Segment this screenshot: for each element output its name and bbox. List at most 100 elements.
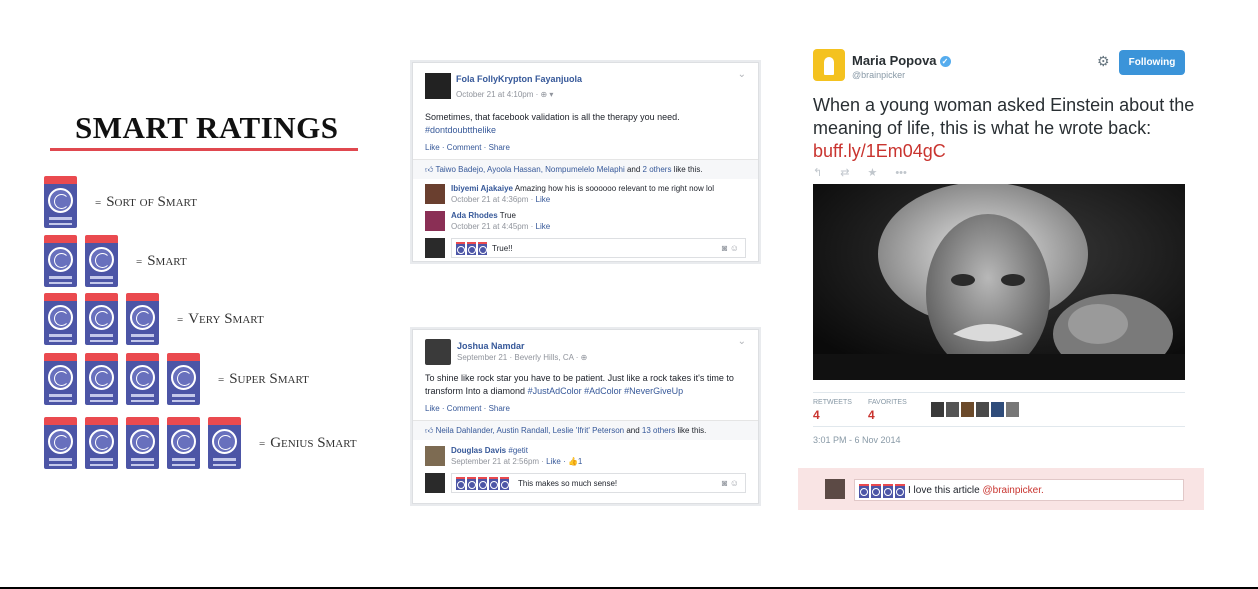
mini-badge-icon <box>489 477 498 490</box>
smart-badge-icon <box>126 417 159 469</box>
reply-text: I love this article @brainpicker. <box>908 485 1044 496</box>
likes-and: and <box>624 165 643 174</box>
comment-time[interactable]: October 21 at 4:36pm · <box>451 195 536 204</box>
tweet-author-avatar[interactable] <box>813 49 845 81</box>
tweet-timestamp[interactable]: 3:01 PM - 6 Nov 2014 <box>813 435 901 445</box>
post-timestamp[interactable]: September 21 · Beverly Hills, CA · ⊕ <box>457 353 587 362</box>
favorites-label: FAVORITES <box>868 399 907 406</box>
reply-input[interactable]: True!! ◙ ☺ <box>451 238 746 258</box>
favorite-icon[interactable]: ★ <box>867 167 877 179</box>
likes-suffix: like this. <box>671 165 703 174</box>
user-avatar[interactable] <box>961 402 974 417</box>
smart-ratings-title: SMART RATINGS <box>75 110 339 145</box>
retweets-count[interactable]: 4 <box>813 408 820 422</box>
comment-body: Amazing how his is soooooo relevant to m… <box>512 184 714 193</box>
tweet-link[interactable]: buff.ly/1Em04gC <box>813 141 946 161</box>
post-hashtags[interactable]: #JustAdColor #AdColor #NeverGiveUp <box>528 386 684 396</box>
mini-badge-icon <box>478 477 487 490</box>
post-text-plain: transform Into a diamond <box>425 386 528 396</box>
commenter-avatar[interactable] <box>425 184 445 204</box>
favorites-count[interactable]: 4 <box>868 408 875 422</box>
smile-icon[interactable]: ☺ <box>730 478 739 488</box>
author-name[interactable]: Joshua Namdar <box>457 341 525 351</box>
rating-label-text: Genius Smart <box>270 434 357 451</box>
divider <box>813 426 1185 427</box>
divider <box>813 392 1185 393</box>
commenter-avatar[interactable] <box>425 211 445 231</box>
user-avatar[interactable] <box>946 402 959 417</box>
thumbs-up-icon: 👍︎ <box>425 165 434 174</box>
reply-mention[interactable]: @brainpicker. <box>982 485 1043 496</box>
comment-time[interactable]: September 21 at 2:56pm · <box>451 457 546 466</box>
likes-suffix: like this. <box>675 426 707 435</box>
badge-group <box>44 235 118 287</box>
author-name[interactable]: Fola FollyKrypton Fayanjuola <box>456 74 582 84</box>
retweet-icon[interactable]: ⇄ <box>840 167 849 179</box>
smart-badge-icon <box>208 417 241 469</box>
commenter-name[interactable]: Douglas Davis <box>451 446 506 455</box>
reply-input[interactable]: I love this article @brainpicker. <box>854 479 1184 501</box>
user-avatar[interactable] <box>1006 402 1019 417</box>
following-button[interactable]: Following <box>1119 50 1185 75</box>
chevron-down-icon[interactable]: ⌄ <box>738 69 746 80</box>
like-comment-share[interactable]: Like · Comment · Share <box>425 404 510 413</box>
commenter-name[interactable]: Ada Rhodes <box>451 211 498 220</box>
tweet-photo[interactable] <box>813 184 1185 380</box>
likes-and: and <box>624 426 642 435</box>
likes-names[interactable]: Taiwo Badejo, Ayoola Hassan, Nompumelelo… <box>435 165 624 174</box>
commenter-name[interactable]: Ibiyemi Ajakaiye <box>451 184 513 193</box>
tweet-text: When a young woman asked Einstein about … <box>813 94 1198 163</box>
facebook-post-1: Fola FollyKrypton Fayanjuola October 21 … <box>412 62 759 262</box>
mini-badge-icon <box>456 477 465 490</box>
user-avatar[interactable] <box>931 402 944 417</box>
reply-badges <box>859 484 905 498</box>
comment-like-link[interactable]: Like <box>546 457 561 466</box>
tweet-author-name[interactable]: Maria Popova <box>852 53 937 68</box>
post-text-line: Sometimes, that facebook validation is a… <box>425 112 680 122</box>
post-timestamp[interactable]: October 21 at 4:10pm · ⊕ ▾ <box>456 90 553 99</box>
post-text: Sometimes, that facebook validation is a… <box>425 111 680 137</box>
reply-composer: True!! ◙ ☺ <box>425 238 746 260</box>
post-text-line: transform Into a diamond #JustAdColor #A… <box>425 385 734 398</box>
smile-icon[interactable]: ☺ <box>730 243 739 253</box>
reply-icon[interactable]: ↰ <box>813 167 822 179</box>
comment-like-link[interactable]: Like <box>536 195 551 204</box>
tweet-actions: ↰ ⇄ ★ ••• <box>813 166 925 179</box>
more-icon[interactable]: ••• <box>895 167 907 179</box>
author-avatar[interactable] <box>425 339 451 365</box>
chevron-down-icon[interactable]: ⌄ <box>738 336 746 347</box>
likes-others[interactable]: 2 others <box>643 165 672 174</box>
tweet-author[interactable]: Maria Popova ✓ <box>852 53 951 68</box>
rating-dash: = <box>95 196 102 209</box>
reply-composer: This makes so much sense! ◙ ☺ <box>425 473 746 495</box>
comment-time[interactable]: October 21 at 4:45pm · <box>451 222 536 231</box>
rating-dash: = <box>136 255 143 268</box>
tweet-handle[interactable]: @brainpicker <box>852 70 905 80</box>
comment-like-count[interactable]: · 👍1 <box>561 457 582 466</box>
reply-input[interactable]: This makes so much sense! ◙ ☺ <box>451 473 746 493</box>
rating-label: = Sort of Smart <box>95 194 197 211</box>
retweets-label: RETWEETS <box>813 399 852 406</box>
camera-icon[interactable]: ◙ <box>722 243 727 253</box>
user-avatar[interactable] <box>976 402 989 417</box>
favoriters-avatars <box>931 402 1019 417</box>
author-avatar[interactable] <box>425 73 451 99</box>
post-text: To shine like rock star you have to be p… <box>425 372 734 398</box>
comment-hashtag[interactable]: #getit <box>506 446 528 455</box>
camera-icon[interactable]: ◙ <box>722 478 727 488</box>
rating-label-text: Very Smart <box>188 310 264 327</box>
mini-badge-icon <box>478 242 487 255</box>
comment-text: Douglas Davis #getit <box>451 446 528 455</box>
user-avatar[interactable] <box>991 402 1004 417</box>
rating-label: = Genius Smart <box>259 435 357 452</box>
mini-badge-icon <box>467 242 476 255</box>
comment-like-link[interactable]: Like <box>536 222 551 231</box>
commenter-avatar[interactable] <box>425 446 445 466</box>
rating-dash: = <box>218 373 225 386</box>
likes-others[interactable]: 13 others <box>642 426 675 435</box>
like-comment-share[interactable]: Like · Comment · Share <box>425 143 510 152</box>
likes-names[interactable]: Neila Dahlander, Austin Randall, Leslie … <box>436 426 625 435</box>
gear-icon[interactable]: ⚙ <box>1097 53 1110 70</box>
post-hashtag[interactable]: #dontdoubtthelike <box>425 124 680 137</box>
smart-badge-icon <box>167 417 200 469</box>
